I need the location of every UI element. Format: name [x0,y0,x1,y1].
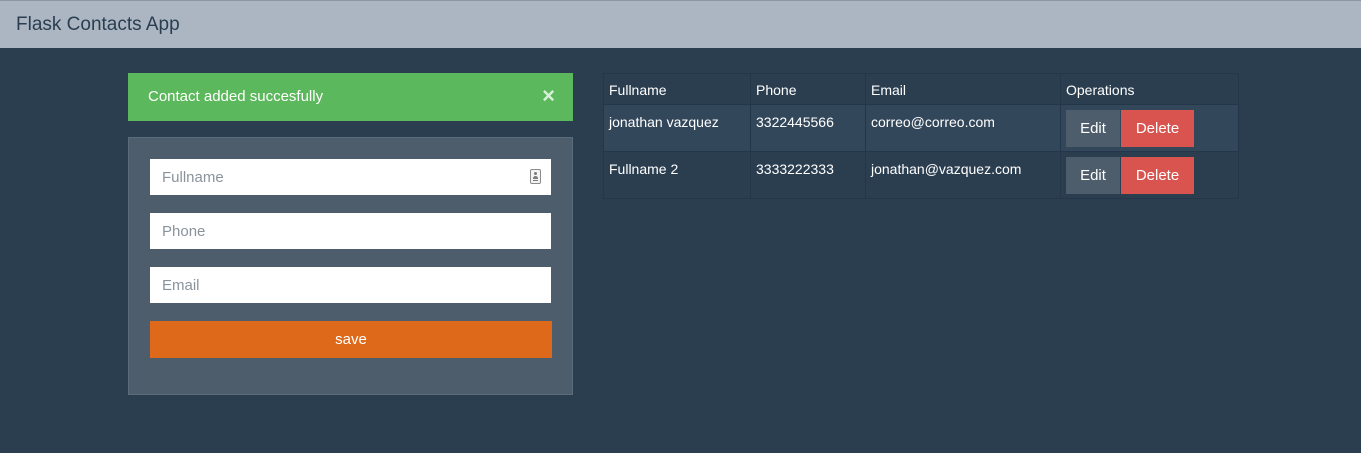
cell-email: correo@correo.com [865,104,1061,152]
cell-fullname: Fullname 2 [603,151,751,199]
phone-input[interactable] [150,213,551,249]
fullname-field [150,159,551,195]
column-header-operations: Operations [1060,73,1239,105]
phone-field [150,213,551,249]
contact-form: save [128,137,573,395]
cell-phone: 3333222333 [750,151,866,199]
cell-email: jonathan@vazquez.com [865,151,1061,199]
success-alert: Contact added succesfully × [128,73,573,121]
contact-card-icon[interactable] [530,169,541,184]
cell-fullname: jonathan vazquez [603,104,751,152]
column-header-fullname: Fullname [603,73,751,105]
table-row: jonathan vazquez 3322445566 correo@corre… [603,104,1239,152]
alert-message: Contact added succesfully [148,88,324,105]
email-field [150,267,551,303]
edit-button[interactable]: Edit [1066,157,1120,194]
save-button[interactable]: save [150,321,552,358]
edit-button[interactable]: Edit [1066,110,1120,147]
column-header-email: Email [865,73,1061,105]
cell-operations: Edit Delete [1060,104,1239,152]
delete-button[interactable]: Delete [1121,157,1194,194]
table-header-row: Fullname Phone Email Operations [603,73,1239,105]
navbar: Flask Contacts App [0,0,1361,48]
email-input[interactable] [150,267,551,303]
app-brand[interactable]: Flask Contacts App [16,13,180,37]
table-row: Fullname 2 3333222333 jonathan@vazquez.c… [603,151,1239,199]
cell-phone: 3322445566 [750,104,866,152]
contacts-table: Fullname Phone Email Operations jonathan… [603,73,1239,199]
cell-operations: Edit Delete [1060,151,1239,199]
close-icon[interactable]: × [542,84,555,108]
delete-button[interactable]: Delete [1121,110,1194,147]
fullname-input[interactable] [150,159,551,195]
column-header-phone: Phone [750,73,866,105]
